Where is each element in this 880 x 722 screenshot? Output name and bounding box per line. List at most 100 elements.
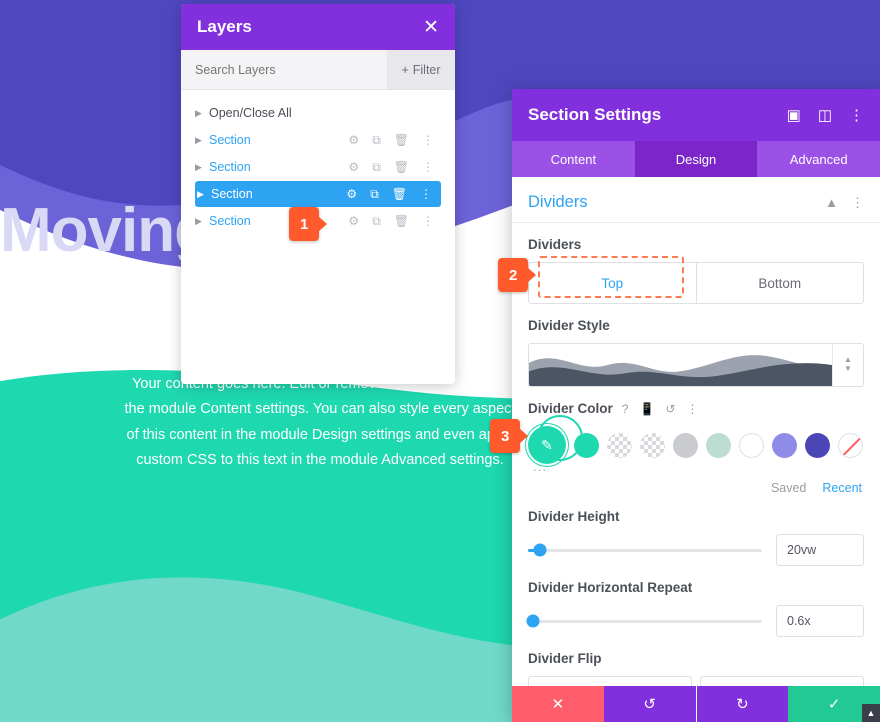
swatch-none[interactable] bbox=[838, 432, 863, 458]
tab-design[interactable]: Design bbox=[634, 141, 758, 177]
dividers-label: Dividers bbox=[528, 237, 864, 252]
layer-row-3-selected[interactable]: ▶ Section ⚙ ⧉ 🗑 ⋮ bbox=[195, 181, 441, 207]
layer-row-2[interactable]: ▶ Section ⚙ ⧉ 🗑 ⋮ bbox=[193, 154, 443, 180]
divider-flip-buttons: ◫ ⌛ bbox=[528, 676, 864, 686]
callout-marker-1-label: 1 bbox=[300, 215, 309, 233]
chevron-up-icon[interactable]: ▲ bbox=[825, 195, 838, 210]
mobile-icon[interactable]: 📱 bbox=[639, 402, 654, 416]
layers-panel-header: Layers ✕ bbox=[181, 4, 455, 50]
callout-marker-3-label: 3 bbox=[501, 427, 510, 445]
chevron-down-icon: ▼ bbox=[844, 364, 852, 373]
corner-badge-icon: ▲ bbox=[862, 704, 880, 722]
layer-row-label[interactable]: Section bbox=[209, 214, 348, 228]
layer-row-actions: ⚙ ⧉ 🗑 ⋮ bbox=[348, 133, 443, 148]
plus-icon: + bbox=[401, 62, 409, 77]
divider-style-select[interactable]: ▲ ▼ bbox=[528, 343, 864, 387]
flip-horizontal-icon[interactable]: ◫ bbox=[528, 676, 692, 686]
dividers-section-header[interactable]: Dividers ▲ ⋮ bbox=[512, 177, 880, 223]
divider-top-button[interactable]: Top bbox=[529, 263, 696, 303]
settings-tabs: Content Design Advanced bbox=[512, 141, 880, 177]
filter-button[interactable]: + Filter bbox=[387, 50, 455, 89]
divider-style-stepper-icon[interactable]: ▲ ▼ bbox=[832, 344, 863, 386]
divider-repeat-label-text: Divider Horizontal Repeat bbox=[528, 580, 693, 595]
chevron-right-icon: ▶ bbox=[197, 188, 204, 199]
divider-height-value[interactable]: 20vw bbox=[776, 534, 864, 566]
more-icon[interactable]: ⋮ bbox=[420, 187, 432, 201]
field-divider-height: Divider Height 20vw bbox=[512, 495, 880, 566]
duplicate-icon[interactable]: ⧉ bbox=[372, 133, 381, 148]
more-icon[interactable]: ⋮ bbox=[849, 106, 864, 124]
swatch-transparent-1[interactable] bbox=[607, 432, 632, 458]
tab-content[interactable]: Content bbox=[512, 141, 635, 177]
layer-row-label[interactable]: Section bbox=[209, 133, 348, 147]
tab-advanced[interactable]: Advanced bbox=[757, 141, 880, 177]
layer-row-label[interactable]: Section bbox=[211, 187, 346, 201]
undo-button[interactable]: ↺ bbox=[603, 686, 696, 722]
gear-icon[interactable]: ⚙ bbox=[346, 187, 357, 201]
trash-icon[interactable]: 🗑 bbox=[394, 133, 409, 147]
divider-repeat-slider[interactable] bbox=[526, 614, 762, 628]
divider-style-label: Divider Style bbox=[528, 318, 864, 333]
filter-button-label: Filter bbox=[412, 62, 441, 77]
settings-footer: ✕ ↺ ↻ ✓ bbox=[512, 686, 880, 722]
help-icon[interactable]: ? bbox=[622, 402, 629, 416]
swatch-teal[interactable] bbox=[574, 432, 599, 458]
trash-icon[interactable]: 🗑 bbox=[394, 160, 409, 174]
redo-button[interactable]: ↻ bbox=[696, 686, 789, 722]
saved-tab[interactable]: Saved bbox=[771, 481, 806, 495]
duplicate-icon[interactable]: ⧉ bbox=[372, 160, 381, 175]
trash-icon[interactable]: 🗑 bbox=[394, 214, 409, 228]
chevron-right-icon: ▶ bbox=[195, 215, 202, 226]
divider-style-label-text: Divider Style bbox=[528, 318, 610, 333]
field-divider-repeat: Divider Horizontal Repeat 0.6x bbox=[512, 566, 880, 637]
divider-repeat-value[interactable]: 0.6x bbox=[776, 605, 864, 637]
settings-scroll-area[interactable]: Dividers ▲ ⋮ Dividers Top Bottom Divider… bbox=[512, 177, 880, 686]
layer-row-1[interactable]: ▶ Section ⚙ ⧉ 🗑 ⋮ bbox=[193, 127, 443, 153]
gear-icon[interactable]: ⚙ bbox=[348, 214, 359, 228]
saved-recent-row: Saved Recent bbox=[528, 481, 864, 495]
swatch-pale-green[interactable] bbox=[706, 432, 731, 458]
close-icon[interactable]: ✕ bbox=[423, 18, 439, 37]
section-settings-title: Section Settings bbox=[528, 105, 662, 124]
ellipsis-icon[interactable]: … bbox=[532, 458, 864, 475]
divider-height-slider-knob[interactable] bbox=[533, 543, 547, 557]
callout-marker-3: 3 bbox=[490, 419, 521, 453]
cancel-button[interactable]: ✕ bbox=[512, 686, 604, 722]
divider-style-preview bbox=[529, 344, 832, 386]
layout-icon[interactable]: ◫ bbox=[818, 106, 832, 124]
gear-icon[interactable]: ⚙ bbox=[348, 133, 359, 147]
swatch-grey[interactable] bbox=[673, 432, 698, 458]
divider-height-slider-row: 20vw bbox=[528, 534, 864, 566]
reset-icon[interactable]: ↺ bbox=[665, 402, 675, 416]
layer-row-label[interactable]: Section bbox=[209, 160, 348, 174]
dividers-label-text: Dividers bbox=[528, 237, 582, 252]
flip-vertical-icon[interactable]: ⌛ bbox=[700, 676, 864, 686]
field-dividers: Dividers Top Bottom bbox=[512, 223, 880, 304]
duplicate-icon[interactable]: ⧉ bbox=[372, 214, 381, 229]
gear-icon[interactable]: ⚙ bbox=[348, 160, 359, 174]
expand-icon[interactable]: ▣ bbox=[787, 106, 801, 124]
recent-tab[interactable]: Recent bbox=[822, 481, 862, 495]
divider-color-mini-icons: ? 📱 ↺ ⋮ bbox=[622, 402, 699, 416]
swatch-transparent-2[interactable] bbox=[640, 432, 665, 458]
callout-marker-1: 1 bbox=[289, 207, 320, 241]
divider-bottom-button[interactable]: Bottom bbox=[696, 263, 863, 303]
swatch-white[interactable] bbox=[739, 432, 764, 458]
divider-height-slider[interactable] bbox=[528, 543, 762, 557]
swatch-periwinkle[interactable] bbox=[772, 432, 797, 458]
more-icon[interactable]: ⋮ bbox=[851, 195, 864, 211]
divider-color-label-text: Divider Color bbox=[528, 401, 613, 416]
swatch-indigo[interactable] bbox=[805, 432, 830, 458]
divider-repeat-slider-knob[interactable] bbox=[526, 614, 540, 628]
more-icon[interactable]: ⋮ bbox=[422, 214, 434, 228]
more-icon[interactable]: ⋮ bbox=[422, 160, 434, 174]
open-close-all-row[interactable]: ▶ Open/Close All bbox=[181, 100, 455, 126]
search-input[interactable] bbox=[181, 50, 387, 89]
section-settings-header: Section Settings ▣ ◫ ⋮ bbox=[512, 89, 880, 141]
divider-repeat-slider-row: 0.6x bbox=[526, 605, 864, 637]
duplicate-icon[interactable]: ⧉ bbox=[370, 187, 379, 202]
callout-marker-2-label: 2 bbox=[509, 266, 518, 284]
trash-icon[interactable]: 🗑 bbox=[392, 187, 407, 201]
more-icon[interactable]: ⋮ bbox=[686, 402, 698, 416]
more-icon[interactable]: ⋮ bbox=[422, 133, 434, 147]
